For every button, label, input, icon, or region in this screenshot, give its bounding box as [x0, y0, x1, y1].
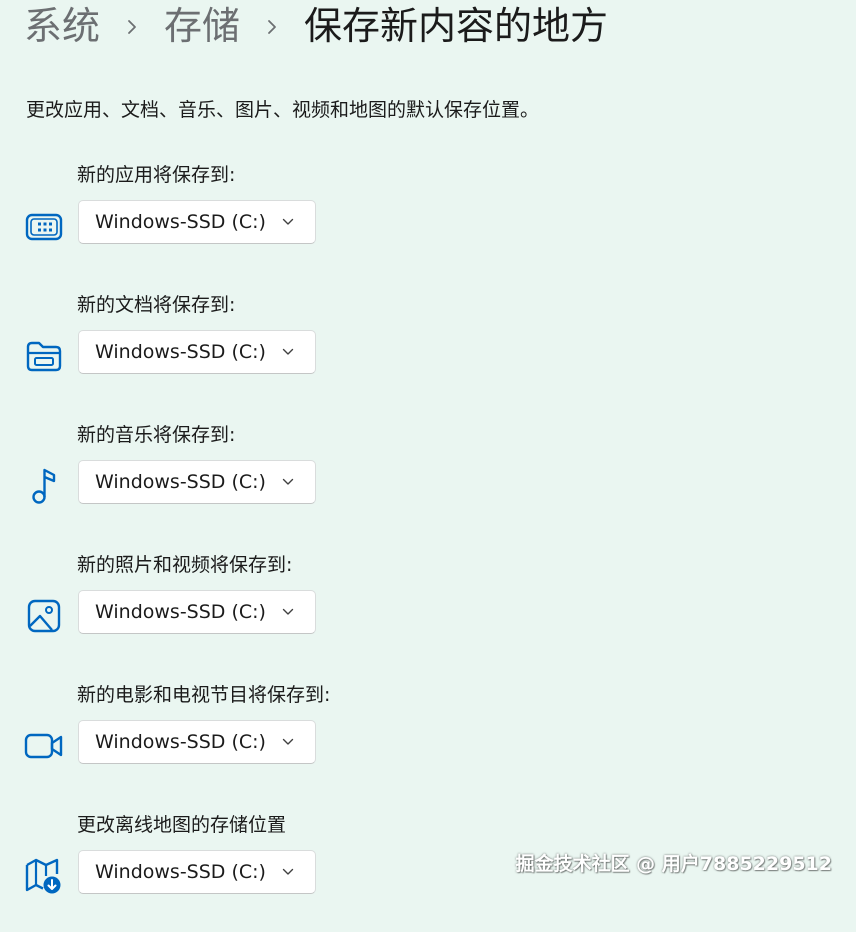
setting-label: 新的文档将保存到: — [77, 294, 236, 316]
setting-movies: 新的电影和电视节目将保存到: Windows-SSD (C:) — [0, 682, 856, 802]
documents-location-dropdown[interactable]: Windows-SSD (C:) — [78, 330, 316, 374]
setting-music: 新的音乐将保存到: Windows-SSD (C:) — [0, 422, 856, 542]
movies-location-dropdown[interactable]: Windows-SSD (C:) — [78, 720, 316, 764]
offline-maps-location-dropdown[interactable]: Windows-SSD (C:) — [78, 850, 316, 894]
dropdown-value: Windows-SSD (C:) — [95, 861, 266, 883]
setting-label: 更改离线地图的存储位置 — [77, 814, 287, 836]
breadcrumb-chevron-icon — [100, 0, 164, 52]
setting-label: 新的音乐将保存到: — [77, 424, 236, 446]
apps-icon — [24, 206, 64, 246]
apps-location-dropdown[interactable]: Windows-SSD (C:) — [78, 200, 316, 244]
setting-photos: 新的照片和视频将保存到: Windows-SSD (C:) — [0, 552, 856, 672]
breadcrumb-chevron-icon — [240, 0, 304, 52]
chevron-down-icon — [281, 865, 295, 879]
breadcrumb-item-storage[interactable]: 存储 — [164, 0, 240, 52]
setting-label: 新的应用将保存到: — [77, 164, 236, 186]
dropdown-value: Windows-SSD (C:) — [95, 341, 266, 363]
folder-icon — [24, 336, 64, 376]
dropdown-value: Windows-SSD (C:) — [95, 601, 266, 623]
photos-location-dropdown[interactable]: Windows-SSD (C:) — [78, 590, 316, 634]
page-description: 更改应用、文档、音乐、图片、视频和地图的默认保存位置。 — [26, 99, 540, 121]
offline-map-icon — [24, 856, 64, 896]
breadcrumb: 系统 存储 保存新内容的地方 — [24, 0, 608, 52]
chevron-down-icon — [281, 345, 295, 359]
music-note-icon — [24, 466, 64, 506]
video-camera-icon — [24, 726, 64, 766]
dropdown-value: Windows-SSD (C:) — [95, 731, 266, 753]
chevron-down-icon — [281, 735, 295, 749]
setting-label: 新的照片和视频将保存到: — [77, 554, 293, 576]
page-title: 保存新内容的地方 — [304, 4, 609, 48]
chevron-down-icon — [281, 605, 295, 619]
chevron-down-icon — [281, 475, 295, 489]
dropdown-value: Windows-SSD (C:) — [95, 211, 266, 233]
setting-documents: 新的文档将保存到: Windows-SSD (C:) — [0, 292, 856, 412]
chevron-down-icon — [281, 215, 295, 229]
setting-apps: 新的应用将保存到: Windows-SSD (C:) — [0, 162, 856, 282]
photo-icon — [24, 596, 64, 636]
breadcrumb-item-system[interactable]: 系统 — [24, 0, 100, 52]
setting-label: 新的电影和电视节目将保存到: — [77, 684, 331, 706]
dropdown-value: Windows-SSD (C:) — [95, 471, 266, 493]
music-location-dropdown[interactable]: Windows-SSD (C:) — [78, 460, 316, 504]
watermark: 掘金技术社区 @ 用户7885229512 — [515, 853, 832, 875]
